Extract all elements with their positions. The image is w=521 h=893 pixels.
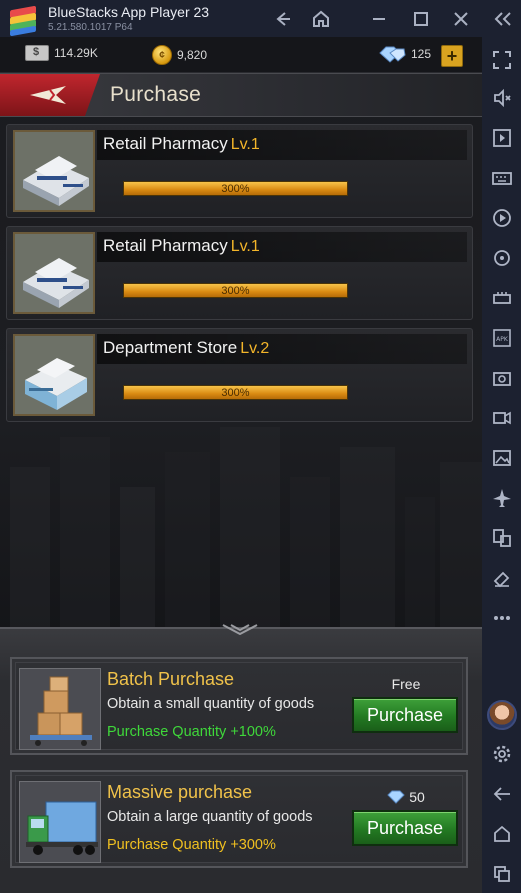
back-icon[interactable] xyxy=(491,783,513,805)
coin-counter: ¢ 9,820 xyxy=(152,45,207,65)
progress-label: 300% xyxy=(221,285,250,297)
massive-purchase-button[interactable]: Purchase xyxy=(352,810,458,846)
pharmacy-building-image xyxy=(13,232,95,314)
svg-text:APK: APK xyxy=(496,336,509,343)
add-diamonds-button[interactable]: + xyxy=(441,45,463,67)
android-home-icon[interactable] xyxy=(491,823,513,845)
back-arrow-icon[interactable] xyxy=(270,6,296,32)
airplane-icon[interactable] xyxy=(491,487,513,509)
property-level: Lv.1 xyxy=(230,136,260,153)
batch-purchase-button[interactable]: Purchase xyxy=(352,697,458,733)
progress-label: 300% xyxy=(221,183,250,195)
diamond-counter: 125 xyxy=(378,45,431,63)
diamond-icon xyxy=(387,790,405,804)
wing-emblem-icon xyxy=(30,86,66,104)
screen-record-icon[interactable] xyxy=(491,407,513,429)
emulator-sidebar: APK xyxy=(482,37,521,893)
window-version: 5.21.580.1017 P64 xyxy=(48,21,133,33)
property-card[interactable]: Retail Pharmacy Lv.1 300% xyxy=(6,124,473,218)
property-card[interactable]: Department Store Lv.2 300% xyxy=(6,328,473,422)
department-store-image xyxy=(13,334,95,416)
header-badge xyxy=(0,74,100,116)
pharmacy-building-image xyxy=(13,130,95,212)
eraser-icon[interactable] xyxy=(491,567,513,589)
property-name: Retail Pharmacy Lv.1 xyxy=(103,236,260,255)
purchase-options-panel: Batch Purchase Obtain a small quantity o… xyxy=(0,624,482,893)
window-title: BlueStacks App Player 23 xyxy=(48,3,210,20)
screenshot-icon[interactable] xyxy=(491,367,513,389)
media-play-icon[interactable] xyxy=(491,127,513,149)
more-options-icon[interactable] xyxy=(491,607,513,629)
game-viewport: 114.29K ¢ 9,820 125 + Purchase xyxy=(0,37,482,893)
keyboard-icon[interactable] xyxy=(491,167,513,189)
rotate-icon[interactable] xyxy=(491,247,513,269)
option-cost: Free xyxy=(391,676,421,692)
option-quantity: Purchase Quantity +300% xyxy=(107,837,276,853)
maximize-icon[interactable] xyxy=(408,6,434,32)
option-description: Obtain a large quantity of goods xyxy=(107,809,313,825)
cash-icon xyxy=(25,45,49,61)
truck-image xyxy=(19,781,101,863)
settings-gear-icon[interactable] xyxy=(491,743,513,765)
option-description: Obtain a small quantity of goods xyxy=(107,696,315,712)
property-name: Department Store Lv.2 xyxy=(103,338,270,357)
gallery-icon[interactable] xyxy=(491,447,513,469)
recent-apps-icon[interactable] xyxy=(491,863,513,885)
window-title-bar: BlueStacks App Player 23 5.21.580.1017 P… xyxy=(0,0,521,37)
ornament-icon xyxy=(222,624,258,635)
user-avatar[interactable] xyxy=(487,700,517,730)
record-icon[interactable] xyxy=(491,207,513,229)
close-icon[interactable] xyxy=(448,6,474,32)
progress-label: 300% xyxy=(221,387,250,399)
volume-mute-icon[interactable] xyxy=(491,87,513,109)
minimize-icon[interactable] xyxy=(366,6,392,32)
page-title: Purchase xyxy=(110,83,202,106)
purchase-option-massive: Massive purchase Obtain a large quantity… xyxy=(10,770,468,868)
bluestacks-logo-icon xyxy=(8,4,38,36)
collapse-sidebar-icon[interactable] xyxy=(490,6,516,32)
home-icon[interactable] xyxy=(308,6,334,32)
cash-counter: 114.29K xyxy=(25,45,98,61)
diamond-icon xyxy=(379,46,406,63)
property-card[interactable]: Retail Pharmacy Lv.1 300% xyxy=(6,226,473,320)
fullscreen-icon[interactable] xyxy=(491,49,513,71)
property-name: Retail Pharmacy Lv.1 xyxy=(103,134,260,153)
multi-instance-icon[interactable] xyxy=(491,527,513,549)
option-cost: 50 xyxy=(362,789,450,805)
gamepad-icon[interactable] xyxy=(491,287,513,309)
resource-bar: 114.29K ¢ 9,820 125 + xyxy=(0,37,482,73)
page-header: Purchase xyxy=(0,73,482,117)
purchase-option-batch: Batch Purchase Obtain a small quantity o… xyxy=(10,657,468,755)
option-quantity: Purchase Quantity +100% xyxy=(107,724,276,740)
progress-bar: 300% xyxy=(123,181,348,196)
progress-bar: 300% xyxy=(123,385,348,400)
property-level: Lv.1 xyxy=(230,238,260,255)
gold-coin-icon: ¢ xyxy=(152,45,172,65)
apk-install-icon[interactable]: APK xyxy=(491,327,513,349)
property-level: Lv.2 xyxy=(240,340,270,357)
option-title: Batch Purchase xyxy=(107,669,235,689)
option-title: Massive purchase xyxy=(107,782,253,802)
boxes-cart-image xyxy=(19,668,101,750)
progress-bar: 300% xyxy=(123,283,348,298)
